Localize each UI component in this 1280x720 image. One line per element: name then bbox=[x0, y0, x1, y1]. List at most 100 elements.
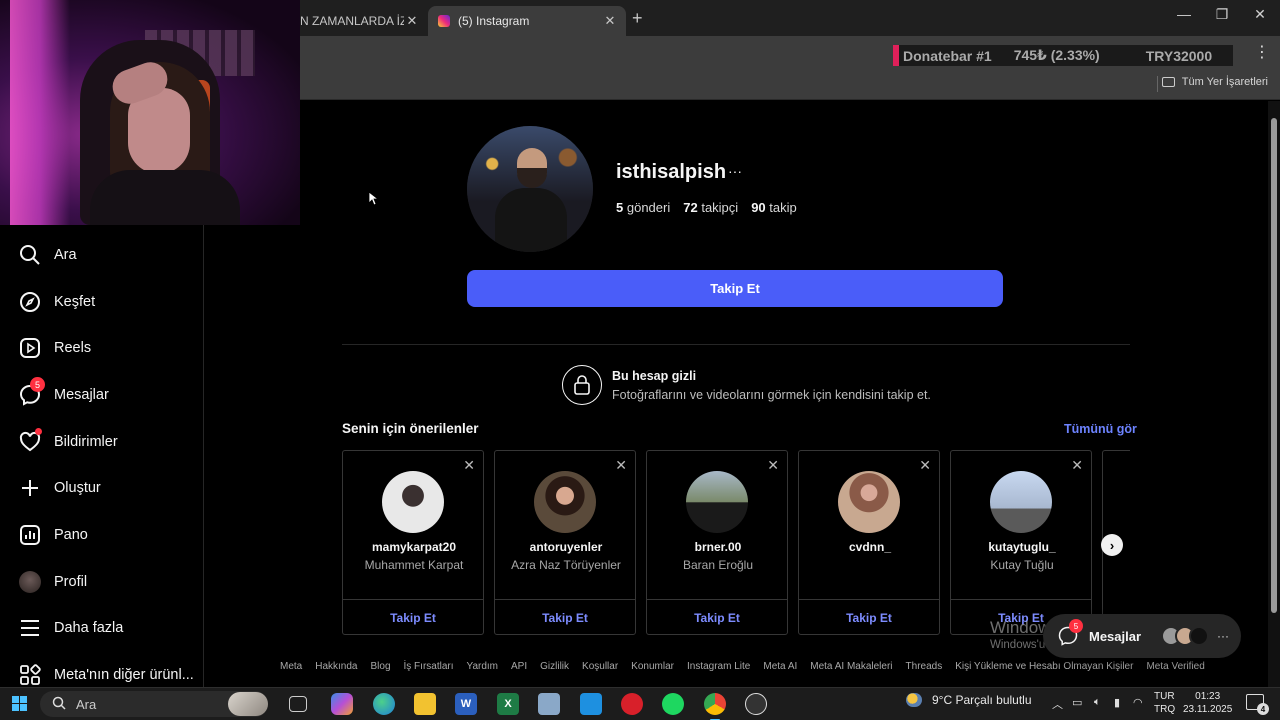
suggestion-avatar[interactable] bbox=[534, 471, 596, 533]
browser-menu-icon[interactable]: ⋮ bbox=[1254, 42, 1270, 62]
sidebar-item-notifications[interactable]: Bildirimler bbox=[18, 428, 118, 456]
windows-start-icon[interactable] bbox=[12, 696, 27, 711]
footer-link[interactable]: Meta Verified bbox=[1146, 661, 1204, 672]
suggestion-follow-button[interactable]: Takip Et bbox=[647, 611, 787, 625]
obs-icon[interactable] bbox=[745, 693, 767, 715]
suggestion-avatar[interactable] bbox=[686, 471, 748, 533]
sidebar-item-label: Reels bbox=[54, 340, 92, 356]
suggestion-follow-button[interactable]: Takip Et bbox=[495, 611, 635, 625]
suggestion-username[interactable]: antoruyenler bbox=[495, 540, 637, 554]
task-view-icon[interactable] bbox=[289, 696, 307, 712]
microphone-icon[interactable]: ▮ bbox=[1114, 696, 1120, 709]
sidebar-item-meta-apps[interactable]: Meta'nın diğer ürünl... bbox=[18, 661, 194, 689]
chrome-icon[interactable] bbox=[704, 693, 726, 720]
footer-link[interactable]: Meta bbox=[280, 661, 302, 672]
sidebar-item-label: Mesajlar bbox=[54, 387, 109, 403]
system-clock[interactable]: 01:23 23.11.2025 bbox=[1183, 690, 1232, 716]
suggestion-follow-button[interactable]: Takip Et bbox=[343, 611, 483, 625]
footer-link[interactable]: Yardım bbox=[467, 661, 499, 672]
dismiss-icon[interactable]: ✕ bbox=[615, 457, 627, 474]
volume-icon[interactable]: 🔈︎ bbox=[1094, 696, 1101, 709]
search-highlight-icon[interactable] bbox=[228, 692, 268, 716]
lock-icon bbox=[562, 365, 602, 405]
copilot-icon[interactable] bbox=[331, 693, 353, 715]
messages-badge: 5 bbox=[30, 377, 45, 392]
suggestion-card: ✕ mamykarpat20 Muhammet Karpat Takip Et bbox=[342, 450, 484, 635]
footer-link[interactable]: Meta AI Makaleleri bbox=[810, 661, 892, 672]
spotify-icon[interactable] bbox=[662, 693, 684, 715]
dismiss-icon[interactable]: ✕ bbox=[767, 457, 779, 474]
sidebar-item-dashboard[interactable]: Pano bbox=[18, 521, 88, 549]
input-language[interactable]: TUR TRQ bbox=[1154, 690, 1175, 716]
chevron-up-icon[interactable]: ︿ bbox=[1052, 696, 1063, 712]
following-count: 90 bbox=[751, 200, 766, 215]
sidebar-item-label: Keşfet bbox=[54, 294, 96, 310]
suggestion-username[interactable]: cvdnn_ bbox=[799, 540, 941, 554]
suggestion-username[interactable]: mamykarpat20 bbox=[343, 540, 485, 554]
see-all-link[interactable]: Tümünü gör bbox=[1064, 422, 1137, 436]
notification-center-icon[interactable]: 4 bbox=[1246, 694, 1269, 715]
sidebar-item-profile[interactable]: Profil bbox=[18, 568, 87, 596]
sidebar-item-reels[interactable]: Reels bbox=[18, 334, 91, 362]
maximize-icon[interactable]: ❐ bbox=[1207, 6, 1237, 23]
followers-stat[interactable]: 72 takipçi bbox=[683, 200, 738, 215]
more-options-icon[interactable]: ··· bbox=[728, 163, 742, 179]
sidebar-item-more[interactable]: Daha fazla bbox=[18, 614, 123, 642]
footer-link[interactable]: Kişi Yükleme ve Hesabı Olmayan Kişiler bbox=[955, 661, 1133, 672]
dismiss-icon[interactable]: ✕ bbox=[463, 457, 475, 474]
all-bookmarks-button[interactable]: Tüm Yer İşaretleri bbox=[1161, 76, 1268, 88]
following-stat[interactable]: 90 takip bbox=[751, 200, 797, 215]
footer-link[interactable]: Gizlilik bbox=[540, 661, 569, 672]
footer-link[interactable]: Meta AI bbox=[763, 661, 797, 672]
scrollbar-thumb[interactable] bbox=[1271, 118, 1277, 613]
donatebar-amount: 745₺ (2.33%) bbox=[1013, 47, 1100, 63]
more-icon: ··· bbox=[1217, 629, 1230, 643]
weather-widget[interactable]: 9°C Parçalı bulutlu bbox=[906, 693, 1032, 707]
apps-icon bbox=[18, 663, 42, 687]
sidebar-item-create[interactable]: Oluştur bbox=[18, 474, 101, 502]
suggestion-avatar[interactable] bbox=[990, 471, 1052, 533]
footer-link[interactable]: Hakkında bbox=[315, 661, 357, 672]
footer-links: Meta Hakkında Blog İş Fırsatları Yardım … bbox=[280, 661, 1205, 672]
suggestion-follow-button[interactable]: Takip Et bbox=[799, 611, 939, 625]
chevron-right-icon[interactable]: › bbox=[1101, 534, 1123, 556]
footer-link[interactable]: Blog bbox=[370, 661, 390, 672]
suggestion-username[interactable]: kutaytuglu_ bbox=[951, 540, 1093, 554]
edge-icon[interactable] bbox=[373, 693, 395, 715]
dismiss-icon[interactable]: ✕ bbox=[1071, 457, 1083, 474]
profile-avatar[interactable] bbox=[467, 126, 593, 252]
dismiss-icon[interactable]: ✕ bbox=[919, 457, 931, 474]
suggestion-avatar[interactable] bbox=[382, 471, 444, 533]
sidebar-item-search[interactable]: Ara bbox=[18, 241, 77, 269]
follow-button[interactable]: Takip Et bbox=[467, 270, 1003, 307]
store-icon[interactable] bbox=[580, 693, 602, 715]
footer-link[interactable]: Konumlar bbox=[631, 661, 674, 672]
battery-icon[interactable]: ▭ bbox=[1072, 696, 1082, 709]
close-window-icon[interactable]: ✕ bbox=[1245, 6, 1275, 23]
close-icon[interactable]: ✕ bbox=[404, 13, 420, 29]
wifi-icon[interactable]: ◠ bbox=[1133, 696, 1143, 709]
close-icon[interactable]: ✕ bbox=[602, 13, 618, 29]
minimize-icon[interactable]: — bbox=[1169, 6, 1199, 22]
suggestion-avatar[interactable] bbox=[838, 471, 900, 533]
suggestion-username[interactable]: brner.00 bbox=[647, 540, 789, 554]
browser-tab-instagram[interactable]: (5) Instagram ✕ bbox=[428, 6, 626, 36]
excel-icon[interactable]: X bbox=[497, 693, 519, 715]
footer-link[interactable]: Instagram Lite bbox=[687, 661, 750, 672]
footer-link[interactable]: Koşullar bbox=[582, 661, 618, 672]
donatebar-overlay: Donatebar #1 745₺ (2.33%) TRY32000 bbox=[893, 45, 1233, 66]
footer-link[interactable]: Threads bbox=[906, 661, 943, 672]
file-explorer-icon[interactable] bbox=[414, 693, 436, 715]
footer-link[interactable]: API bbox=[511, 661, 527, 672]
browser-tab-1[interactable]: N ZAMANLARDA İZLE ✕ bbox=[300, 6, 428, 36]
opera-icon[interactable] bbox=[621, 693, 643, 715]
suggestion-card: ✕ cvdnn_ Takip Et bbox=[798, 450, 940, 635]
sidebar-item-messages[interactable]: 5 Mesajlar bbox=[18, 377, 109, 409]
word-icon[interactable]: W bbox=[455, 693, 477, 715]
new-tab-button[interactable]: + bbox=[632, 8, 643, 29]
messages-floating-button[interactable]: 5 Mesajlar ··· bbox=[1043, 614, 1241, 658]
calculator-icon[interactable] bbox=[538, 693, 560, 715]
posts-count: 5 bbox=[616, 200, 624, 215]
footer-link[interactable]: İş Fırsatları bbox=[404, 661, 454, 672]
sidebar-item-explore[interactable]: Keşfet bbox=[18, 288, 95, 316]
